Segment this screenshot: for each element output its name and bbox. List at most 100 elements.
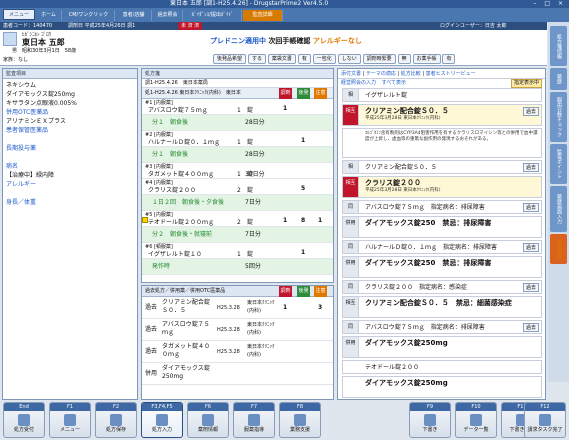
tab-history[interactable]: 過去照会 [153,10,183,21]
rx-row[interactable]: #2 [内服薬] ハルナールＤ錠０．１ｍｇ 1 錠 1 [142,131,333,147]
interaction-card[interactable]: 相互 クリアミン配合錠Ｓ０．５ 平成25年3月28日 東日本ｸﾘﾆｯｸ(内科) 過去 [342,104,542,126]
card-heading: クラリス錠２００ 指定病名：感染症 [365,284,468,291]
fkey-button[interactable]: F7 服薬指導 [233,402,275,438]
past-row[interactable]: 過去 タガメット錠４００ｍｇ H25.3.28 東日本ｸﾘﾆｯｸ(内科) [142,341,333,363]
past-row[interactable]: 併用 ダイアモックス錠250mg [142,363,333,385]
fkey-text: 下書き [422,427,438,433]
interaction-card[interactable]: 同アバスロウ錠７５ｍｇ 指定病名：排尿障害 過去 [342,320,542,334]
flag-onedose-label: 一包化 [312,54,336,64]
past-row[interactable]: 過去 アバスロウ錠７５ｍｇ H25.3.28 東日本ｸﾘﾆｯｸ(内科) [142,319,333,341]
side-tab-rx-info[interactable]: 処方箋情報 [550,26,567,66]
flag-generic-value[interactable]: する [247,54,266,64]
interaction-card[interactable]: 相イグザレルト錠 [342,88,542,102]
tab-compare[interactable]: 処方比較 [401,71,421,77]
side-tab-drug-history[interactable]: 薬歴 [550,68,567,90]
audit-item[interactable]: 患者保管医薬品 [6,126,134,135]
interaction-card[interactable]: 併用 ダイアモックス錠250 禁忌：排尿障害 [342,256,542,278]
rx-flag-b: 8 [301,217,306,224]
flag-docs-value[interactable]: 有 [297,54,311,64]
card-tag: 相 [343,161,359,173]
rx-row[interactable]: #5 [内服薬] テオドール錠２００ｍｇ 2 錠 1 8 1 [142,211,333,227]
past-drug-name: ダイアモックス錠250mg [162,365,210,380]
fkey-text: 薬剤情報 [197,427,218,433]
fkey-button[interactable]: F6 薬剤情報 [187,402,229,438]
tab-oneclick[interactable]: CM/ワンクリック [63,10,115,21]
flag-urgent-value[interactable]: 無 [397,54,411,64]
tab-package-insert[interactable]: 添付文書 [341,71,361,77]
interaction-card[interactable]: ダイアモックス錠250mg [342,376,542,398]
fkey-text: 処方受付 [13,427,34,433]
audit-item[interactable]: キサラタン点眼液0.005% [6,99,134,108]
interaction-card[interactable]: 同ハルナールＤ錠０．１ｍｇ 指定病名：排尿障害 過去 [342,240,542,254]
fkey-button[interactable]: F12 請求タスク完了 [524,402,566,438]
side-tab-days-check[interactable]: 服用日数チェック [550,92,567,142]
rx-group-no: #5 [内服薬] [145,212,173,218]
interaction-card[interactable]: テオドール錠２００ [342,360,542,374]
rx-row[interactable]: #6 [頓服薬] イグザレルト錠１０ 1 錠 1 [142,243,333,259]
interaction-card[interactable]: 同アバスロウ錠７５ｍｇ 指定病名：排尿障害 過去 [342,200,542,214]
fkey-button[interactable]: F9 下書き [409,402,451,438]
side-tab-history-input[interactable]: 薬歴画面入力 [550,186,567,232]
card-tag: 相互 [343,297,359,317]
past-tag: 過去 [145,326,158,333]
card-heading: クリアミン配合錠Ｓ０．５ [365,164,437,171]
tab-home[interactable]: ホーム [36,10,62,21]
link-input[interactable]: 経営照会の入力 [341,80,376,86]
fkey-label: F8 [280,403,320,411]
fkey-button[interactable]: F1 メニュー [49,402,91,438]
rx-row[interactable]: １日２回 朝食後・夕食後 7日分 [142,195,333,211]
fkey-button[interactable]: F2 処方保存 [95,402,137,438]
interaction-card[interactable]: ｴﾙｺﾞﾀﾐﾝ含有製剤はCYP3A4阻害作用を有するクラリスロマイシン等との併用… [342,128,542,158]
interaction-card[interactable]: 相互 クリアミン配合錠Ｓ０．５ 禁忌：細菌感染症 [342,296,542,318]
audit-item[interactable]: 併用OTC医薬品 [6,108,134,117]
fkey-button[interactable]: F8 業務支援 [279,402,321,438]
rx-drug-name: 分１ 朝食後 [152,119,189,126]
fkey-label: F3,F4,F5 [142,403,182,411]
link-show-all[interactable]: すべて表示 [382,80,406,86]
card-tag: 同 [343,281,359,293]
interaction-card[interactable]: 相クリアミン配合錠Ｓ０．５ 過去 [342,160,542,174]
rx-row[interactable]: 発作時 5回分 [142,259,333,275]
fkey-button[interactable]: End 処方受付 [3,402,45,438]
audit-item[interactable]: ネキシウム [6,81,134,90]
patient-dob: 昭和30年3月1日 58歳 [22,48,77,54]
tab-guidance[interactable]: ｶﾞｲﾀﾞﾝｽ/提出ｶﾞｲﾄﾞ [184,10,242,21]
flag-onedose-value[interactable]: しない [337,54,361,64]
flag-notebook-value[interactable]: 有 [442,54,456,64]
card-body: ダイアモックス錠250mg [363,337,541,350]
past-row[interactable]: 過去 クリアミン配合錠Ｓ０．５ H25.3.28 東日本ｸﾘﾆｯｸ(内科) 1 3 [142,297,333,319]
rx-row[interactable]: 分１ 朝食後 28日分 [142,115,333,131]
fkey-button[interactable]: F10 データ一覧 [455,402,497,438]
rx-row[interactable]: #1 [内服薬] アバスロウ錠７５ｍｇ 1 錠 1 [142,99,333,115]
interaction-card[interactable]: 併用 ダイアモックス錠250mg [342,336,542,358]
flag-urgent-label: 調剤時緊要 [362,54,396,64]
flag-row: 後発品希望 する 薬袋文書 有 一包化 しない 調剤時緊要 無 お薬手帳 有 [213,54,456,64]
interaction-card[interactable]: 同クラリス錠２００ 指定病名：感染症 過去 [342,280,542,294]
tab-history-view[interactable]: 患者ヒストリービュー [426,71,476,77]
window-controls[interactable]: – □ × [533,0,566,8]
rx-row[interactable]: #4 [内服薬] クラリス錠２００ 2 錠 5 [142,179,333,195]
rx-flag-b: 1 [301,249,306,256]
tab-audit-detail[interactable]: 監査詳細 [243,10,283,21]
tab-theme[interactable]: テーマの適応 [366,71,396,77]
fkey-icon [248,414,260,426]
tab-menu[interactable]: メニュー [3,9,35,20]
side-tab-audit-point[interactable]: 監査ポイント [550,144,567,184]
audit-item[interactable]: ダイアモックス錠250mg [6,90,134,99]
tab-patient[interactable]: 患者/店舗 [116,10,152,21]
interaction-card[interactable]: 併用 ダイアモックス錠250 禁忌：排尿障害 [342,216,542,238]
diagnosis-item[interactable]: 【治療中】緑内障 [6,171,134,180]
card-tag: 併用 [343,257,359,277]
card-main: クラリス錠２００ [365,179,421,187]
audit-item[interactable]: アリナミンＥＸプラス [6,117,134,126]
rx-row[interactable]: #3 [内服薬] タガメット錠４００ｍｇ 1 錠 30日分 [142,163,333,179]
side-tab-patient[interactable]: 患者情報 [550,234,567,264]
fkey-button[interactable]: F3,F4,F5 処方入力 [141,402,183,438]
rx-row[interactable]: 分１ 朝食後 28日分 [142,147,333,163]
fkey-text: データ一覧 [463,427,489,433]
rx-row[interactable]: 分２ 朝食後・就寝前 7日分 [142,227,333,243]
rx-group-no: #3 [内服薬] [145,164,173,170]
card-body: ダイアモックス錠250 禁忌：排尿障害 [363,217,541,230]
interaction-card[interactable]: 相互 クラリス錠２００ 平成25年3月28日 東日本ｸﾘﾆｯｸ(内科) [342,176,542,198]
fkey-icon [470,414,482,426]
